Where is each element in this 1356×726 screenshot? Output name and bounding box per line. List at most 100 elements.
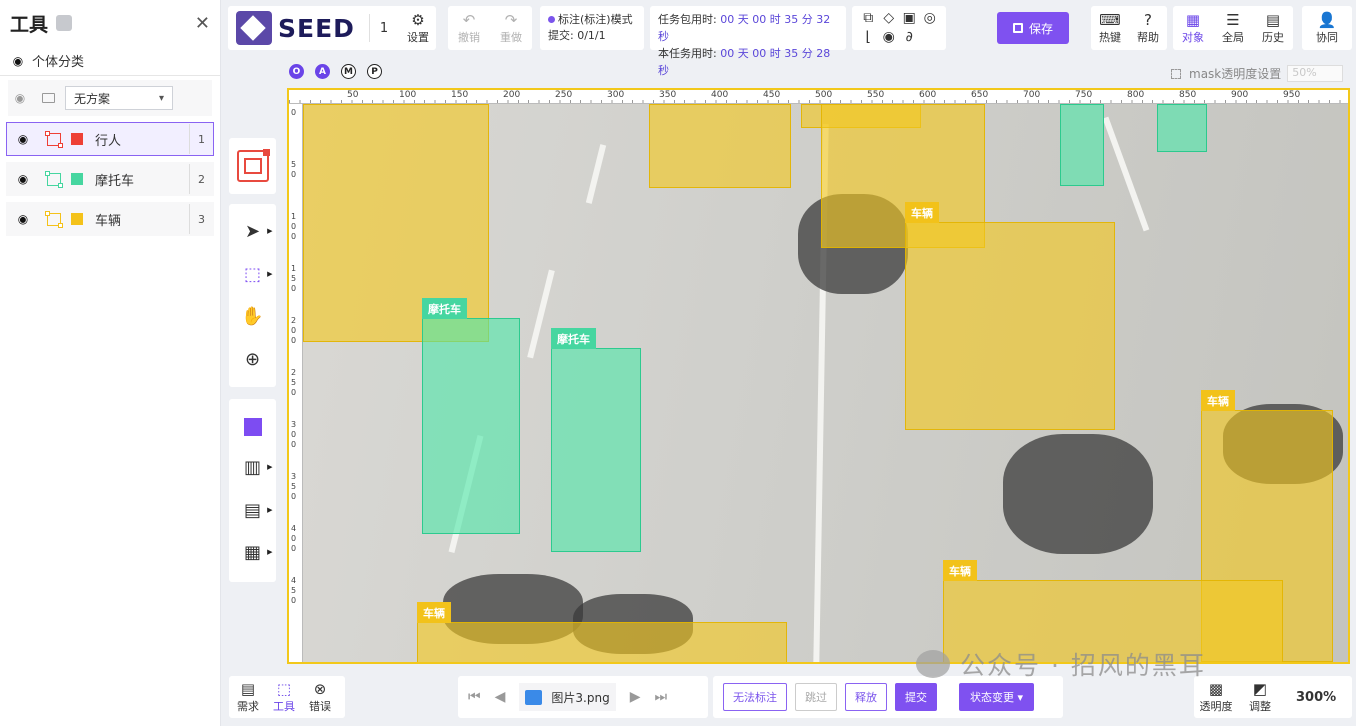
tool-panel-header: 工具 ✕ [0,0,220,46]
scheme-select[interactable]: 无方案 ▾ [65,86,173,110]
requirements-button[interactable]: ▤ 需求 [231,676,265,718]
bbox-vehicle[interactable]: 车辆 [417,602,787,662]
adjust-button[interactable]: ◩ 调整 [1238,680,1282,714]
select-tool[interactable]: ➤ ▶ [235,221,273,242]
view-tabs: ▦ 对象 ☰ 全局 ▤ 历史 [1173,6,1293,50]
copy-icon[interactable]: ⧉ [858,9,879,28]
skip-button[interactable]: 跳过 [795,683,837,711]
ruler-tick-label: 450 [291,576,297,605]
class-item-pedestrian[interactable]: ◉ 行人 1 [6,122,214,156]
release-button[interactable]: 释放 [845,683,887,711]
rectangle-tool[interactable] [236,149,270,182]
tag-icon[interactable]: ◇ [879,9,900,28]
collab-button[interactable]: 👤 协同 [1302,6,1352,50]
columns-icon: ▥ [243,457,261,479]
hotkeys-button[interactable]: ⌨ 热键 [1091,6,1129,50]
horizontal-ruler: 50 100 150 200 250 300 350 400 450 500 550 600 650 70… [289,90,1348,104]
eye-icon[interactable]: ◉ [15,132,31,146]
bbox-motorcycle[interactable]: 摩托车 [422,298,520,534]
chevron-down-icon: ▾ [1017,690,1024,704]
mask-opacity-control: mask透明度设置 50% [1171,65,1344,82]
active-badge [262,149,270,156]
bbox-label: 摩托车 [551,328,596,349]
mask-opacity-input[interactable]: 50% [1287,65,1344,82]
save-disk-icon[interactable]: ▣ [899,9,920,28]
vertical-ruler: 0 50 100 150 200 250 300 350 400 450 [289,104,303,662]
badge-a[interactable]: A [315,64,330,79]
section-header[interactable]: ◉ 个体分类 [0,46,220,76]
eye-icon[interactable]: ◉ [15,212,31,226]
history-icon: ▤ [1265,10,1281,29]
mask-label: mask透明度设置 [1189,67,1282,81]
checker-icon: ▩ [1208,679,1224,698]
tools-button[interactable]: ⬚ 工具 [267,676,301,718]
bbox-vehicle[interactable] [649,104,791,188]
eye-icon[interactable]: ◉ [12,91,28,105]
bbox-motorcycle[interactable]: 摩托车 [551,328,641,552]
layout-tool-group: ▥ ▶ ▤ ▶ ▦ ▶ [229,399,276,582]
help-button[interactable]: ? 帮助 [1129,6,1167,50]
image-viewport[interactable]: 50 100 150 200 250 300 350 400 450 500 550 600 650 70… [287,88,1350,664]
last-page-icon[interactable]: ⏭ [654,689,667,705]
state-change-button[interactable]: 状态变更 ▾ [959,683,1035,711]
tab-global[interactable]: ☰ 全局 [1213,6,1253,50]
eye-icon[interactable]: ◉ [15,172,31,186]
bbox-vehicle[interactable]: 车辆 [905,202,1115,430]
class-name: 摩托车 [95,173,135,189]
first-page-icon[interactable]: ⏮ [468,689,481,705]
bbox-motorcycle[interactable] [1060,104,1104,186]
save-button[interactable]: 保存 [997,12,1069,44]
lane-marking [1102,116,1150,232]
close-icon[interactable]: ✕ [195,13,210,34]
badge-m[interactable]: M [341,64,356,79]
bbox-label: 车辆 [905,202,939,223]
class-item-vehicle[interactable]: ◉ 车辆 3 [6,202,214,236]
settings-button[interactable]: ⚙ 设置 [400,6,436,50]
tab-history[interactable]: ▤ 历史 [1253,6,1293,50]
class-item-motorcycle[interactable]: ◉ 摩托车 2 [6,162,214,196]
undo-redo-group: ↶ 撤销 ↷ 重做 [448,6,532,50]
chevron-down-icon: ▾ [158,92,164,104]
prev-page-icon[interactable]: ◀ [495,689,506,705]
redo-button[interactable]: ↷ 重做 [490,6,532,50]
unlabelable-button[interactable]: 无法标注 [723,683,787,711]
zoom-level[interactable]: 300% [1296,690,1336,705]
bbox-motorcycle[interactable] [1157,104,1207,152]
brush-icon[interactable]: ∂ [899,28,920,47]
panel-toggle-icon[interactable] [56,15,73,31]
transparency-button[interactable]: ▩ 透明度 [1194,679,1238,714]
zoom-in-icon: ⊕ [244,349,261,371]
badge-p[interactable]: P [367,64,382,79]
grid-icon: ▦ [1185,10,1201,29]
split-view-tool[interactable]: ▥ ▶ [235,457,273,479]
grid-layout-tool[interactable]: ▦ ▶ [235,542,273,563]
history-label: 历史 [1262,30,1284,44]
area-select-icon: ⬚ [243,263,261,285]
color-tool[interactable] [235,417,271,436]
next-page-icon[interactable]: ▶ [630,689,641,705]
errors-button[interactable]: ⊗ 错误 [303,676,337,718]
layout-tool[interactable]: ▤ ▶ [235,499,273,521]
objects-label: 对象 [1182,30,1204,44]
badge-icon[interactable]: ◎ [920,9,941,28]
multi-select-tool[interactable]: ⬚ ▶ [235,263,273,285]
target-icon[interactable]: ◉ [879,28,900,47]
ruler-tick-label: 450 [763,90,781,100]
bbox-shape-icon [45,170,63,188]
task-number: 1 [368,14,388,42]
undo-button[interactable]: ↶ 撤销 [448,6,490,50]
pan-tool[interactable]: ✋ [235,306,271,327]
ruler-tick-label: 350 [291,472,297,501]
badge-o[interactable]: O [289,64,304,79]
layout-icon: ▤ [243,499,261,521]
submit-button[interactable]: 提交 [895,683,937,711]
zoom-tool[interactable]: ⊕ [235,349,271,370]
current-file[interactable]: 图片3.png [519,683,616,711]
image-pager: ⏮ ◀ 图片3.png ▶ ⏭ [458,676,708,718]
eye-icon[interactable]: ◉ [10,54,26,68]
corner-icon[interactable]: ⌊ [858,28,879,47]
error-icon: ⊗ [313,679,327,698]
ruler-tick-label: 800 [1127,90,1145,100]
tab-objects[interactable]: ▦ 对象 [1173,6,1213,50]
bbox-icon: ⬚ [276,679,292,698]
